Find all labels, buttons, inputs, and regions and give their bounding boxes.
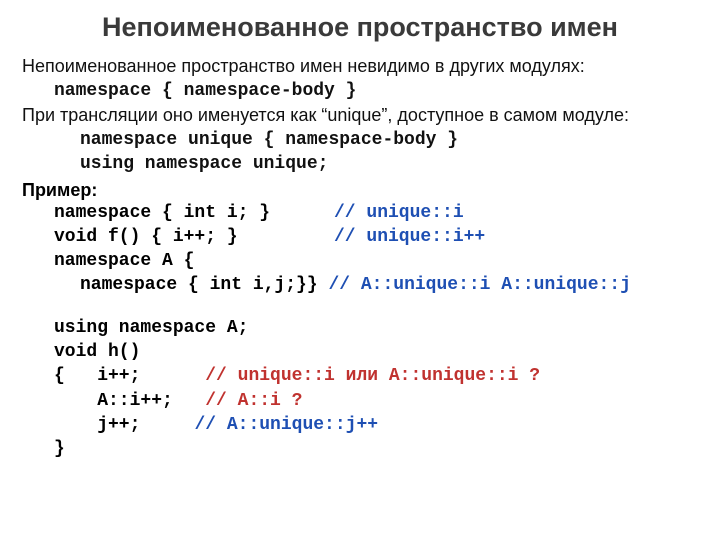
comment: // A::unique::j++ xyxy=(194,413,378,437)
example-row-8: A::i++; // A::i ? xyxy=(22,389,698,413)
example-row-10: } xyxy=(22,437,698,461)
code-snippet-3: using namespace unique; xyxy=(22,153,698,176)
code-snippet-1: namespace { namespace-body } xyxy=(22,80,698,103)
code: j++; xyxy=(54,413,194,437)
example-row-2: void f() { i++; } // unique::i++ xyxy=(22,225,698,249)
slide: Непоименованное пространство имен Непоим… xyxy=(0,0,720,540)
code: } xyxy=(54,437,65,461)
example-label: Пример: xyxy=(22,180,698,201)
example-row-3: namespace A { xyxy=(22,249,698,273)
code-snippet-2: namespace unique { namespace-body } xyxy=(22,129,698,152)
comment: // A::i ? xyxy=(205,389,302,413)
comment: // unique::i xyxy=(334,201,464,225)
code: namespace { int i; } xyxy=(54,201,334,225)
example-row-1: namespace { int i; } // unique::i xyxy=(22,201,698,225)
example-row-6: void h() xyxy=(22,340,698,364)
code: void f() { i++; } xyxy=(54,225,334,249)
paragraph-1: Непоименованное пространство имен невиди… xyxy=(22,55,698,78)
comment: // unique::i++ xyxy=(334,225,485,249)
comment: // A::unique::i A::unique::j xyxy=(328,273,630,297)
code: { i++; xyxy=(54,364,205,388)
code: namespace A { xyxy=(54,249,194,273)
slide-title: Непоименованное пространство имен xyxy=(22,12,698,43)
code: A::i++; xyxy=(54,389,205,413)
code: void h() xyxy=(54,340,140,364)
code: namespace { int i,j;}} xyxy=(80,273,328,297)
example-row-7: { i++; // unique::i или A::unique::i ? xyxy=(22,364,698,388)
example-row-9: j++; // A::unique::j++ xyxy=(22,413,698,437)
paragraph-2: При трансляции оно именуется как “unique… xyxy=(22,104,698,127)
comment: // unique::i или A::unique::i ? xyxy=(205,364,540,388)
code: using namespace A; xyxy=(54,316,248,340)
example-row-5: using namespace A; xyxy=(22,316,698,340)
blank-line xyxy=(22,298,698,316)
example-row-4: namespace { int i,j;}} // A::unique::i A… xyxy=(22,273,698,297)
